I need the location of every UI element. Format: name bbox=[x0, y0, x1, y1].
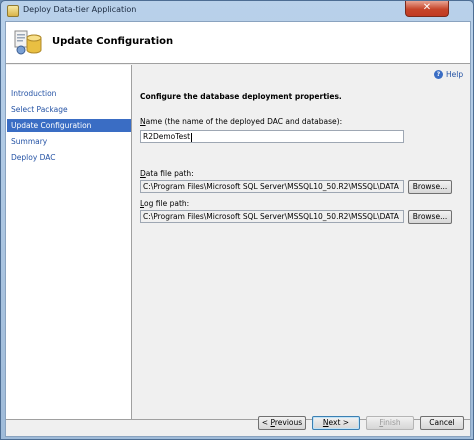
close-button[interactable]: ✕ bbox=[405, 1, 449, 17]
help-link[interactable]: Help bbox=[446, 70, 463, 79]
sidebar-item-introduction[interactable]: Introduction bbox=[7, 87, 131, 100]
name-input-value: R2DemoTest bbox=[143, 132, 191, 141]
next-text: ext > bbox=[328, 418, 350, 427]
next-button[interactable]: Next > bbox=[312, 416, 360, 430]
cancel-button[interactable]: Cancel bbox=[420, 416, 464, 430]
instruction-text: Configure the database deployment proper… bbox=[140, 92, 342, 101]
help-icon[interactable]: ? bbox=[434, 70, 443, 79]
previous-text: revious bbox=[274, 418, 303, 427]
sidebar-item-update-configuration[interactable]: Update Configuration bbox=[7, 119, 131, 132]
page-title: Update Configuration bbox=[52, 36, 174, 47]
wizard-client-area: Update Configuration Introduction Select… bbox=[5, 21, 471, 437]
sidebar-item-deploy-dac[interactable]: Deploy DAC bbox=[7, 151, 131, 164]
wizard-header: Update Configuration bbox=[6, 22, 470, 64]
data-file-browse-button[interactable]: Browse... bbox=[408, 180, 452, 194]
data-label-text: ata file path: bbox=[145, 169, 194, 178]
name-input[interactable]: R2DemoTest bbox=[140, 130, 404, 143]
previous-button[interactable]: < Previous bbox=[258, 416, 306, 430]
sidebar-item-select-package[interactable]: Select Package bbox=[7, 103, 131, 116]
text-caret bbox=[191, 132, 193, 142]
dialog-window: Deploy Data-tier Application ✕ Update Co… bbox=[0, 0, 474, 440]
wizard-package-icon bbox=[14, 30, 42, 55]
application-icon bbox=[7, 5, 19, 17]
finish-text: inish bbox=[383, 418, 401, 427]
name-field-label: Name (the name of the deployed DAC and d… bbox=[140, 117, 342, 126]
wizard-steps-sidebar: Introduction Select Package Update Confi… bbox=[6, 65, 132, 419]
sidebar-item-summary[interactable]: Summary bbox=[7, 135, 131, 148]
log-file-path-input[interactable]: C:\Program Files\Microsoft SQL Server\MS… bbox=[140, 210, 404, 223]
window-title: Deploy Data-tier Application bbox=[23, 5, 137, 14]
name-label-text: ame (the name of the deployed DAC and da… bbox=[145, 117, 343, 126]
title-bar[interactable]: Deploy Data-tier Application ✕ bbox=[1, 1, 473, 21]
data-file-path-label: Data file path: bbox=[140, 169, 194, 178]
log-file-path-label: Log file path: bbox=[140, 199, 189, 208]
data-file-path-input[interactable]: C:\Program Files\Microsoft SQL Server\MS… bbox=[140, 180, 404, 193]
finish-button[interactable]: Finish bbox=[366, 416, 414, 430]
log-file-browse-button[interactable]: Browse... bbox=[408, 210, 452, 224]
log-label-text: og file path: bbox=[144, 199, 190, 208]
